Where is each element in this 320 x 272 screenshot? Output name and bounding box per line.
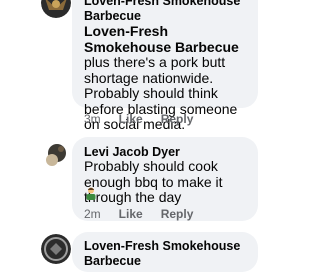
avatar-loven-fresh[interactable] (41, 0, 71, 18)
comment-author[interactable]: Levi Jacob Dyer (84, 145, 180, 159)
comment-timestamp[interactable]: 2m (84, 207, 101, 221)
comment-text: Probably should cook enough bbq to make … (84, 158, 223, 205)
comment-actions: 3m Like Reply (84, 112, 193, 126)
comment-author[interactable]: Loven-Fresh Smokehouse Barbecue (84, 239, 240, 268)
avatar-levi[interactable] (41, 140, 71, 170)
profile-photo-icon (41, 140, 71, 170)
logo-icon (41, 234, 71, 264)
logo-icon (41, 0, 71, 18)
like-button[interactable]: Like (119, 207, 143, 221)
comment-actions: 2m Like Reply (84, 207, 193, 221)
comment-timestamp[interactable]: 3m (84, 112, 101, 126)
like-button[interactable]: Like (119, 112, 143, 126)
avatar-loven-fresh[interactable] (41, 234, 71, 264)
comment-author[interactable]: Loven-Fresh Smokehouse Barbecue (84, 0, 240, 23)
mention-link[interactable]: Loven-Fresh Smokehouse Barbecue (84, 23, 239, 55)
person-emoji-icon (84, 186, 98, 200)
reply-button[interactable]: Reply (161, 112, 194, 126)
reply-button[interactable]: Reply (161, 207, 194, 221)
